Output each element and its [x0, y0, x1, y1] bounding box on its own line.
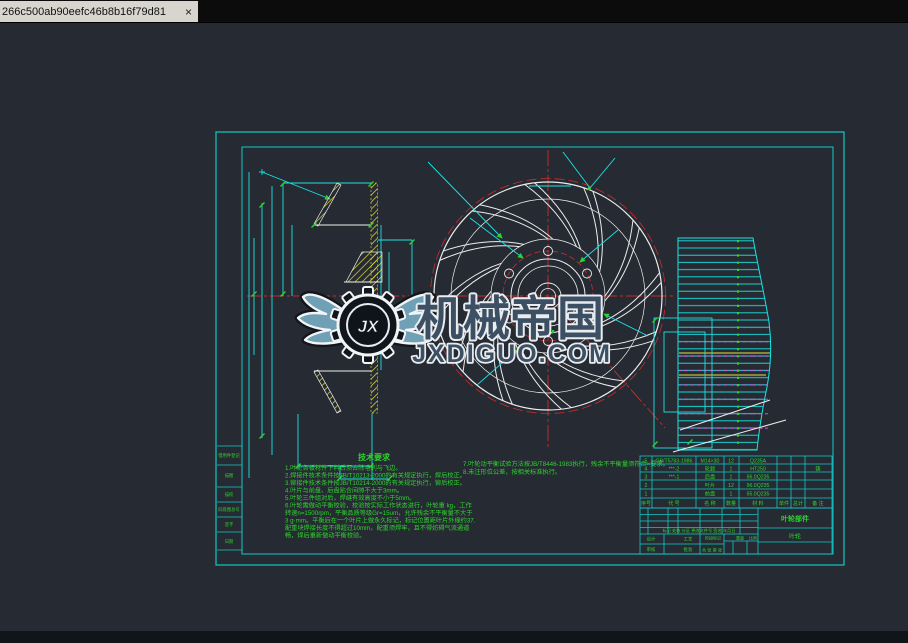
- svg-text:12: 12: [728, 483, 734, 489]
- svg-text:材 料: 材 料: [752, 500, 763, 507]
- svg-text:1: 1: [645, 492, 648, 498]
- watermark-monogram: JX: [358, 317, 380, 336]
- edge-label: 签字: [225, 521, 234, 527]
- document-tab-title: 266c500ab90eefc46b8b16f79d81: [2, 6, 177, 18]
- svg-text:前盘: 前盘: [705, 490, 715, 498]
- svg-text:数量: 数量: [726, 500, 736, 507]
- edge-label: 日期: [225, 539, 234, 545]
- svg-text:重量: 重量: [736, 535, 744, 541]
- svg-text:5: 5: [645, 459, 648, 465]
- svg-text:HT250: HT250: [750, 467, 766, 473]
- notes-title: 技术要求: [358, 452, 391, 462]
- svg-text:配重块焊接长度不得超过10mm，配重须焊牢，且不得妨碍气流通: 配重块焊接长度不得超过10mm，配重须焊牢，且不得妨碍气流通道: [285, 524, 469, 532]
- svg-text:铸: 铸: [815, 465, 820, 473]
- svg-text:Q235A: Q235A: [750, 459, 767, 465]
- svg-text:δ5.0Q235: δ5.0Q235: [747, 492, 770, 498]
- edge-label: 借用件登记: [218, 452, 240, 459]
- svg-text:转速n=1500rpm，平衡品质等级Gr=15um，允许残余: 转速n=1500rpm，平衡品质等级Gr=15um，允许残余不平衡量不大于: [285, 509, 472, 517]
- svg-text:备 注: 备 注: [812, 500, 823, 507]
- title-block: 标记 处数 分区 更改文件号 签名 年月日 设计 审核 工艺 批准 阶段标记 重…: [640, 508, 832, 554]
- watermark-domain: JXDIGUO.COM: [412, 340, 612, 368]
- svg-text:4: 4: [645, 467, 648, 473]
- svg-text:δ6.0Q235: δ6.0Q235: [747, 483, 770, 489]
- drawing-canvas[interactable]: 借用件登记 描图 描校 旧底图总号 签字 日期: [0, 0, 908, 643]
- svg-text:名 称: 名 称: [704, 500, 715, 507]
- svg-text:GB/T5783-1986: GB/T5783-1986: [656, 459, 693, 465]
- technical-notes: 技术要求 1.叶轮各板材件下料后须去除毛刺与飞边。 2.焊接件技术条件按JB/T…: [285, 452, 669, 540]
- close-tab-icon[interactable]: ×: [185, 6, 192, 18]
- svg-text:3: 3: [645, 475, 648, 481]
- blade-profile-view: [653, 238, 787, 452]
- svg-text:1.叶轮各板材件下料后须去除毛刺与飞边。: 1.叶轮各板材件下料后须去除毛刺与飞边。: [285, 464, 402, 472]
- watermark-brand: 机械帝国: [416, 292, 604, 345]
- svg-text:1: 1: [730, 492, 733, 498]
- svg-text:7.叶轮动平衡试验方法按JB/T8446-1983执行，残余: 7.叶轮动平衡试验方法按JB/T8446-1983执行，残余不平衡量须符合×要求…: [463, 460, 669, 468]
- document-tab-bar: 266c500ab90eefc46b8b16f79d81 ×: [0, 0, 908, 23]
- svg-text:工艺: 工艺: [684, 537, 693, 542]
- svg-text:代 号: 代 号: [668, 500, 679, 507]
- svg-text:12: 12: [728, 459, 734, 465]
- svg-text:3.铆接件技术条件按JB/T10214-2000的有关规定执: 3.铆接件技术条件按JB/T10214-2000的有关规定执行，铆后校正。: [285, 479, 466, 487]
- svg-text:2: 2: [645, 483, 648, 489]
- svg-text:序号: 序号: [641, 500, 651, 507]
- svg-text:单件: 单件: [779, 500, 789, 507]
- cad-application-window: 266c500ab90eefc46b8b16f79d81 ×: [0, 0, 908, 643]
- edge-label: 描校: [225, 491, 234, 498]
- watermark: JX 机械帝国 JXDIGUO.COM: [298, 287, 612, 368]
- svg-text:标记 处数 分区 更改文件号 签名 年月日: 标记 处数 分区 更改文件号 签名 年月日: [663, 527, 736, 534]
- svg-text:3 g·mm。平衡后在一个叶片上做永久标记，标记位置距叶片外: 3 g·mm。平衡后在一个叶片上做永久标记，标记位置距叶片外缘约37.: [285, 517, 476, 525]
- edge-label: 旧底图总号: [218, 506, 239, 513]
- svg-text:批准: 批准: [684, 546, 693, 553]
- svg-text:2.焊接件技术条件按JB/T10213-2000的有关规定执: 2.焊接件技术条件按JB/T10213-2000的有关规定执行，焊后校正。: [285, 472, 466, 480]
- svg-text:共 张 第 张: 共 张 第 张: [702, 547, 723, 554]
- svg-text:δ6.0Q235: δ6.0Q235: [747, 475, 770, 481]
- svg-text:总计: 总计: [793, 500, 803, 507]
- window-bottom-strip: [0, 631, 908, 643]
- svg-text:1: 1: [730, 467, 733, 473]
- svg-text:叶片: 叶片: [705, 481, 715, 489]
- svg-text:5.叶轮三件组对后，焊缝有效高度不小于5mm。: 5.叶轮三件组对后，焊缝有效高度不小于5mm。: [285, 494, 415, 502]
- drawing-title: 叶轮部件: [781, 514, 809, 523]
- svg-text:审核: 审核: [647, 546, 656, 553]
- svg-text:***-2: ***-2: [669, 467, 680, 473]
- svg-text:8.未注形位公差，按相关标准执行。: 8.未注形位公差，按相关标准执行。: [463, 468, 561, 476]
- edge-label: 描图: [225, 472, 234, 479]
- svg-text:阶段标记: 阶段标记: [705, 535, 721, 541]
- svg-text:***-1: ***-1: [669, 475, 680, 481]
- svg-text:比例: 比例: [749, 535, 757, 541]
- svg-text:1: 1: [730, 475, 733, 481]
- bom-table: 5GB/T5783-1986 M14×3012 Q235A 4***-2 轮毂1…: [640, 456, 832, 508]
- svg-text:M14×30: M14×30: [701, 459, 720, 465]
- svg-text:后盘: 后盘: [705, 473, 715, 481]
- svg-text:4.叶片与前盘、后盘贴合间隙不大于3mm。: 4.叶片与前盘、后盘贴合间隙不大于3mm。: [285, 487, 403, 495]
- edge-strip: 借用件登记 描图 描校 旧底图总号 签字 日期: [217, 446, 242, 550]
- part-name: 叶轮: [789, 533, 801, 541]
- svg-text:畅，焊后重新做动平衡校验。: 畅，焊后重新做动平衡校验。: [285, 532, 365, 540]
- svg-text:轮毂: 轮毂: [705, 465, 715, 473]
- document-tab[interactable]: 266c500ab90eefc46b8b16f79d81 ×: [0, 1, 198, 22]
- svg-text:6.叶轮需做动平衡校验，校验按实际工作状态进行，叶轮重 k: 6.叶轮需做动平衡校验，校验按实际工作状态进行，叶轮重 kg，工作: [285, 502, 472, 510]
- svg-text:设计: 设计: [647, 536, 656, 543]
